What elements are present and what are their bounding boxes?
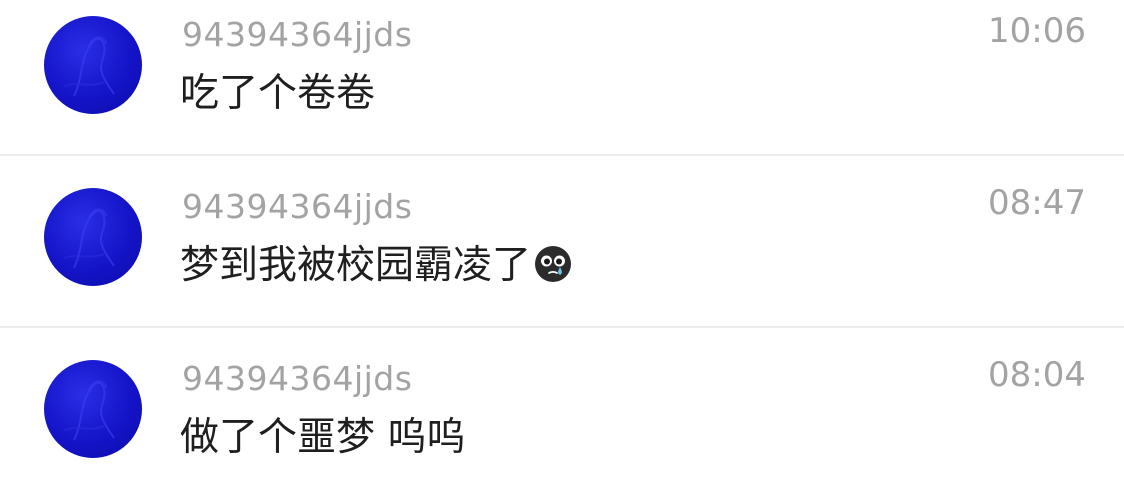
username: 94394364jjds (182, 359, 413, 398)
blue-avatar-icon (63, 36, 115, 97)
message-text: 梦到我被校园霸凌了 (180, 243, 532, 288)
username: 94394364jjds (182, 187, 413, 226)
message-preview: 做了个噩梦 呜呜 (180, 415, 466, 460)
crying-face-emoji-icon (533, 244, 573, 284)
message-list: 94394364jjds 吃了个卷卷 10:06 94394364jjds 梦到… (0, 0, 1124, 499)
blue-avatar-icon (63, 380, 115, 441)
username: 94394364jjds (182, 15, 413, 54)
message-preview: 梦到我被校园霸凌了 (180, 242, 573, 290)
timestamp: 10:06 (988, 11, 1086, 51)
avatar[interactable] (44, 360, 142, 458)
avatar[interactable] (44, 16, 142, 114)
blue-avatar-icon (63, 208, 115, 269)
message-list-item[interactable]: 94394364jjds 做了个噩梦 呜呜 08:04 (0, 328, 1124, 482)
timestamp: 08:47 (988, 183, 1086, 223)
message-list-item[interactable]: 94394364jjds 吃了个卷卷 10:06 (0, 0, 1124, 154)
timestamp: 08:04 (988, 355, 1086, 395)
message-list-item[interactable]: 94394364jjds 梦到我被校园霸凌了 08:47 (0, 156, 1124, 310)
avatar[interactable] (44, 188, 142, 286)
message-preview: 吃了个卷卷 (180, 71, 376, 116)
